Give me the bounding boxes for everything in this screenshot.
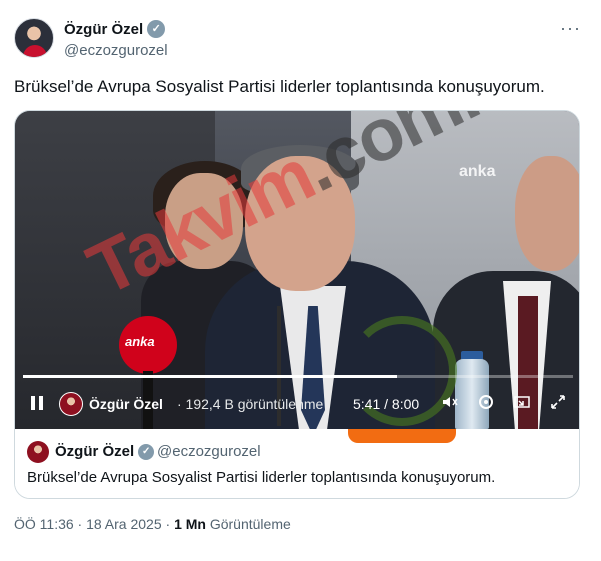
channel-name[interactable]: Özgür Özel <box>89 396 163 412</box>
view-count-label: Görüntüleme <box>209 516 291 532</box>
quoted-verified-badge-icon: ✓ <box>138 443 155 460</box>
volume-icon[interactable] <box>439 393 461 415</box>
view-count-value: 1 Mn <box>174 516 206 532</box>
accent-bar <box>348 429 456 443</box>
view-count: · 192,4 B görüntülenme <box>177 396 324 412</box>
pip-icon[interactable] <box>511 393 533 415</box>
channel-avatar[interactable] <box>59 392 83 416</box>
quoted-name[interactable]: Özgür Özel ✓ <box>55 443 155 460</box>
tweet-timestamp[interactable]: ÖÖ 11:36 · 18 Ara 2025 · <box>14 516 170 532</box>
video-time: 5:41 / 8:00 <box>353 396 420 412</box>
fullscreen-icon[interactable] <box>547 393 569 415</box>
video-progress-track[interactable] <box>23 375 573 378</box>
tweet-text: Brüksel’de Avrupa Sosyalist Partisi lide… <box>14 77 545 96</box>
video-player[interactable]: anka anka Takvim.com.tr Özgür Özel · 192… <box>15 111 579 429</box>
press-microphone: anka <box>119 316 177 374</box>
right-man-head <box>515 156 579 271</box>
quoted-text: Brüksel’de Avrupa Sosyalist Partisi lide… <box>27 469 496 486</box>
video-controls: Özgür Özel · 192,4 B görüntülenme 5:41 /… <box>15 387 579 423</box>
pause-icon[interactable] <box>29 394 45 412</box>
tweet-meta: ÖÖ 11:36 · 18 Ara 2025 · 1 Mn Görüntülem… <box>14 516 291 532</box>
quoted-handle[interactable]: @eczozgurozel <box>157 443 261 460</box>
settings-icon[interactable] <box>475 393 497 415</box>
quoted-tweet[interactable]: Özgür Özel ✓ @eczozgurozel Brüksel’de Av… <box>15 429 579 498</box>
author-name[interactable]: Özgür Özel ✓ <box>64 20 166 38</box>
quoted-avatar[interactable] <box>27 441 49 463</box>
author-avatar[interactable] <box>14 18 54 58</box>
mic-label: anka <box>125 334 155 349</box>
quoted-name-text: Özgür Özel <box>55 443 135 460</box>
video-progress-fill <box>23 375 397 378</box>
author-handle[interactable]: @eczozgurozel <box>64 42 168 59</box>
verified-badge-icon: ✓ <box>147 20 166 38</box>
author-name-text: Özgür Özel <box>64 20 144 38</box>
broadcaster-mark: anka <box>459 163 496 180</box>
more-options-button[interactable]: ··· <box>560 18 581 39</box>
quoted-tweet-card[interactable]: anka anka Takvim.com.tr Özgür Özel · 192… <box>14 110 580 499</box>
